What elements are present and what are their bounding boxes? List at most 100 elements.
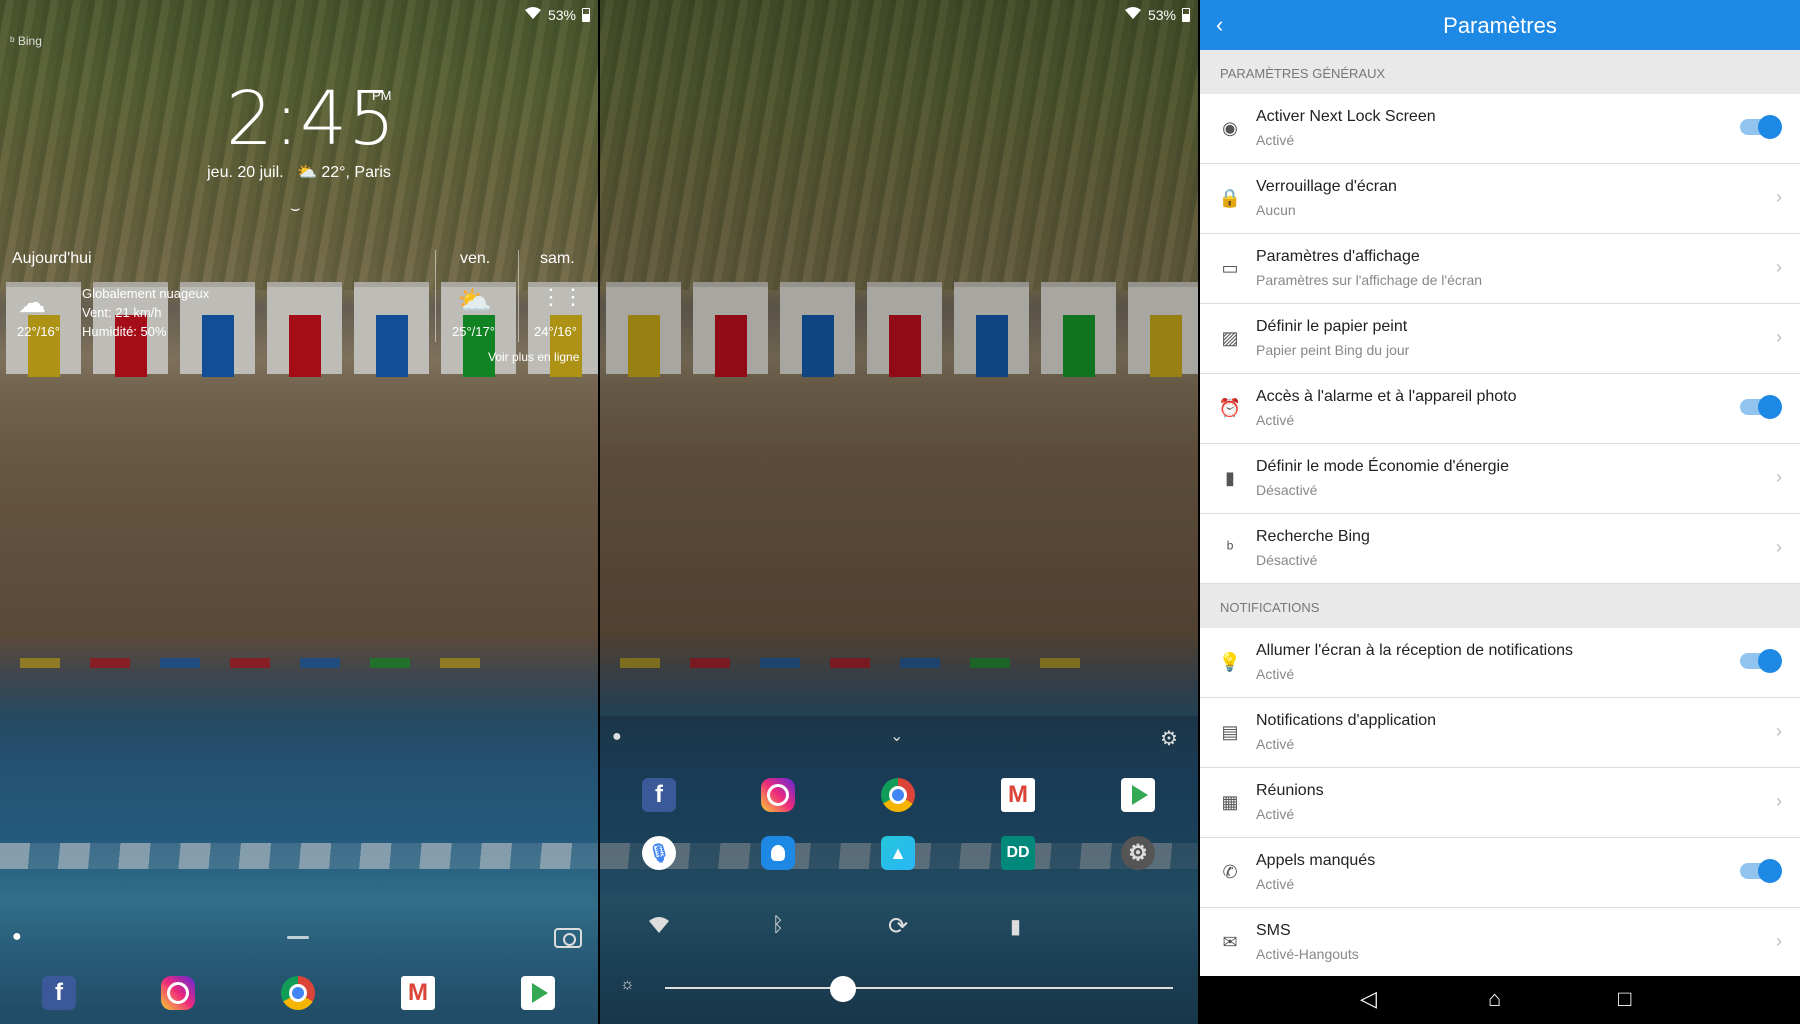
settings-row-title: Verrouillage d'écran (1256, 178, 1397, 195)
settings-row-subtitle: Activé (1256, 132, 1295, 148)
nav-back-icon[interactable]: ◁ (1360, 986, 1377, 1012)
chrome-app-icon[interactable] (281, 976, 315, 1010)
phone-icon: ✆ (1222, 862, 1238, 882)
partly-cloudy-icon: ⛅ (296, 164, 317, 181)
weather-wind: Vent: 21 km/h (82, 305, 162, 320)
chevron-right-icon[interactable]: › (1776, 327, 1782, 348)
play-store-app-icon[interactable] (1121, 778, 1155, 812)
settings-row[interactable]: ▨ Définir le papier peint Papier peint Bin… (1200, 304, 1800, 374)
play-store-app-icon[interactable] (521, 976, 555, 1010)
chevron-right-icon[interactable]: › (1776, 187, 1782, 208)
rotate-icon[interactable]: ⟳ (888, 912, 908, 941)
bing-logo[interactable]: ᵇ Bing (10, 34, 42, 48)
bluetooth-icon[interactable]: ᛒ (772, 914, 784, 937)
location-pin-icon[interactable]: ● (612, 728, 622, 746)
chevron-right-icon[interactable]: › (1776, 467, 1782, 488)
settings-row-title: SMS (1256, 922, 1291, 939)
settings-app-bar: ‹ Paramètres (1200, 0, 1800, 50)
current-weather: 22°, Paris (321, 164, 391, 181)
app-dock: f M (0, 972, 598, 1018)
chevron-right-icon[interactable]: › (1776, 537, 1782, 558)
facebook-app-icon[interactable]: f (642, 778, 676, 812)
toggle-switch[interactable] (1740, 649, 1782, 673)
chevron-right-icon[interactable]: › (1776, 791, 1782, 812)
settings-row-title: Activer Next Lock Screen (1256, 108, 1436, 125)
camera-icon[interactable] (554, 928, 582, 948)
section-notifications-header: NOTIFICATIONS (1200, 584, 1800, 628)
gallery-app-icon[interactable]: ▲ (881, 836, 915, 870)
microphone-icon[interactable]: 🎙 (642, 836, 676, 870)
gmail-app-icon[interactable]: M (1001, 778, 1035, 812)
settings-row[interactable]: ✆ Appels manqués Activé (1200, 838, 1800, 908)
bing-icon: ᵇ (1226, 538, 1234, 558)
expand-weather-chevron[interactable]: ⌣ (290, 200, 301, 218)
battery-percent: 53% (1147, 6, 1176, 23)
brightness-icon: ☼ (620, 976, 635, 993)
settings-row[interactable]: 🔒 Verrouillage d'écran Aucun › (1200, 164, 1800, 234)
settings-row[interactable]: ▦ Réunions Activé › (1200, 768, 1800, 838)
settings-row-subtitle: Activé (1256, 666, 1295, 682)
lock-clock: 2:45 (226, 76, 397, 162)
forecast-day-2-temp: 25°/17° (452, 324, 495, 339)
bulb-icon: 💡 (1218, 652, 1242, 672)
settings-row[interactable]: 💡 Allumer l'écran à la réception de notif… (1200, 628, 1800, 698)
settings-row-title: Appels manqués (1256, 852, 1376, 869)
status-bar: 53% (524, 6, 590, 23)
settings-row-subtitle: Activé (1256, 736, 1295, 752)
settings-row[interactable]: ▭ Paramètres d'affichage Paramètres sur l'… (1200, 234, 1800, 304)
brightness-slider-track[interactable] (665, 987, 1173, 989)
toggle-switch[interactable] (1740, 859, 1782, 883)
wifi-icon (1124, 6, 1142, 23)
cloud-icon: ☁ (18, 287, 46, 318)
weather-details: Globalement nuageux Vent: 21 km/h Humidi… (82, 284, 209, 341)
lock-icon: 🔒 (1218, 188, 1242, 208)
settings-row[interactable]: ▮ Définir le mode Économie d'énergie Désac… (1200, 444, 1800, 514)
section-general-header: PARAMÈTRES GÉNÉRAUX (1200, 50, 1800, 94)
settings-row[interactable]: ⏰ Accès à l'alarme et à l'appareil photo A… (1200, 374, 1800, 444)
nav-recents-icon[interactable]: □ (1618, 986, 1631, 1012)
chevron-right-icon[interactable]: › (1776, 931, 1782, 952)
quick-panel-overlay (600, 716, 1198, 1024)
quick-settings-panel: 53% ● ⌄ ⚙ f M 🎙 ▲ DD ⚙ ᛒ ⟳ ▮ ☼ (600, 0, 1198, 1024)
see-more-online-link[interactable]: Voir plus en ligne (488, 350, 579, 364)
toggle-switch[interactable] (1740, 115, 1782, 139)
facebook-app-icon[interactable]: f (42, 976, 76, 1010)
message-icon: ▤ (1221, 722, 1239, 742)
page-title: Paramètres (1443, 13, 1557, 38)
settings-row-subtitle: Aucun (1256, 202, 1296, 218)
battery-icon (582, 7, 590, 22)
instagram-app-icon[interactable] (761, 778, 795, 812)
nav-home-icon[interactable]: ⌂ (1488, 986, 1501, 1012)
instagram-app-icon[interactable] (161, 976, 195, 1010)
settings-row-title: Paramètres d'affichage (1256, 248, 1420, 265)
settings-row[interactable]: ▤ Notifications d'application Activé › (1200, 698, 1800, 768)
toggle-switch[interactable] (1740, 395, 1782, 419)
wifi-toggle-icon[interactable] (648, 916, 670, 940)
settings-panel: ‹ Paramètres PARAMÈTRES GÉNÉRAUX ◉ Active… (1200, 0, 1800, 1024)
collapse-chevron[interactable]: ⌄ (890, 726, 903, 746)
settings-app-icon[interactable]: ⚙ (1121, 836, 1155, 870)
location-pin-icon[interactable]: ● (12, 928, 22, 946)
settings-row-subtitle: Activé (1256, 876, 1295, 892)
sun-cloud-icon: ⛅ (457, 285, 492, 316)
chevron-right-icon[interactable]: › (1776, 721, 1782, 742)
dolby-app-icon[interactable]: DD (1001, 836, 1035, 870)
settings-row[interactable]: ᵇ Recherche Bing Désactivé › (1200, 514, 1800, 584)
bing-label: Bing (17, 34, 42, 48)
settings-row[interactable]: ✉ SMS Activé-Hangouts › (1200, 908, 1800, 978)
weather-humidity: Humidité: 50% (82, 324, 167, 339)
chrome-app-icon[interactable] (881, 778, 915, 812)
gmail-app-icon[interactable]: M (401, 976, 435, 1010)
settings-row[interactable]: ◉ Activer Next Lock Screen Activé (1200, 94, 1800, 164)
settings-row-subtitle: Désactivé (1256, 482, 1318, 498)
contacts-app-icon[interactable] (761, 836, 795, 870)
gear-icon[interactable]: ⚙ (1160, 726, 1178, 751)
chevron-right-icon[interactable]: › (1776, 257, 1782, 278)
screenshot-root: 53% ᵇ Bing 2:45 PM jeu. 20 juil. ⛅ 22°, … (0, 0, 1800, 1024)
settings-row-title: Réunions (1256, 782, 1324, 799)
weather-condition: Globalement nuageux (82, 286, 210, 301)
unlock-handle[interactable] (287, 936, 309, 939)
battery-saver-icon[interactable]: ▮ (1010, 914, 1021, 939)
wifi-icon (524, 6, 542, 23)
brightness-slider-knob[interactable] (829, 976, 856, 1002)
